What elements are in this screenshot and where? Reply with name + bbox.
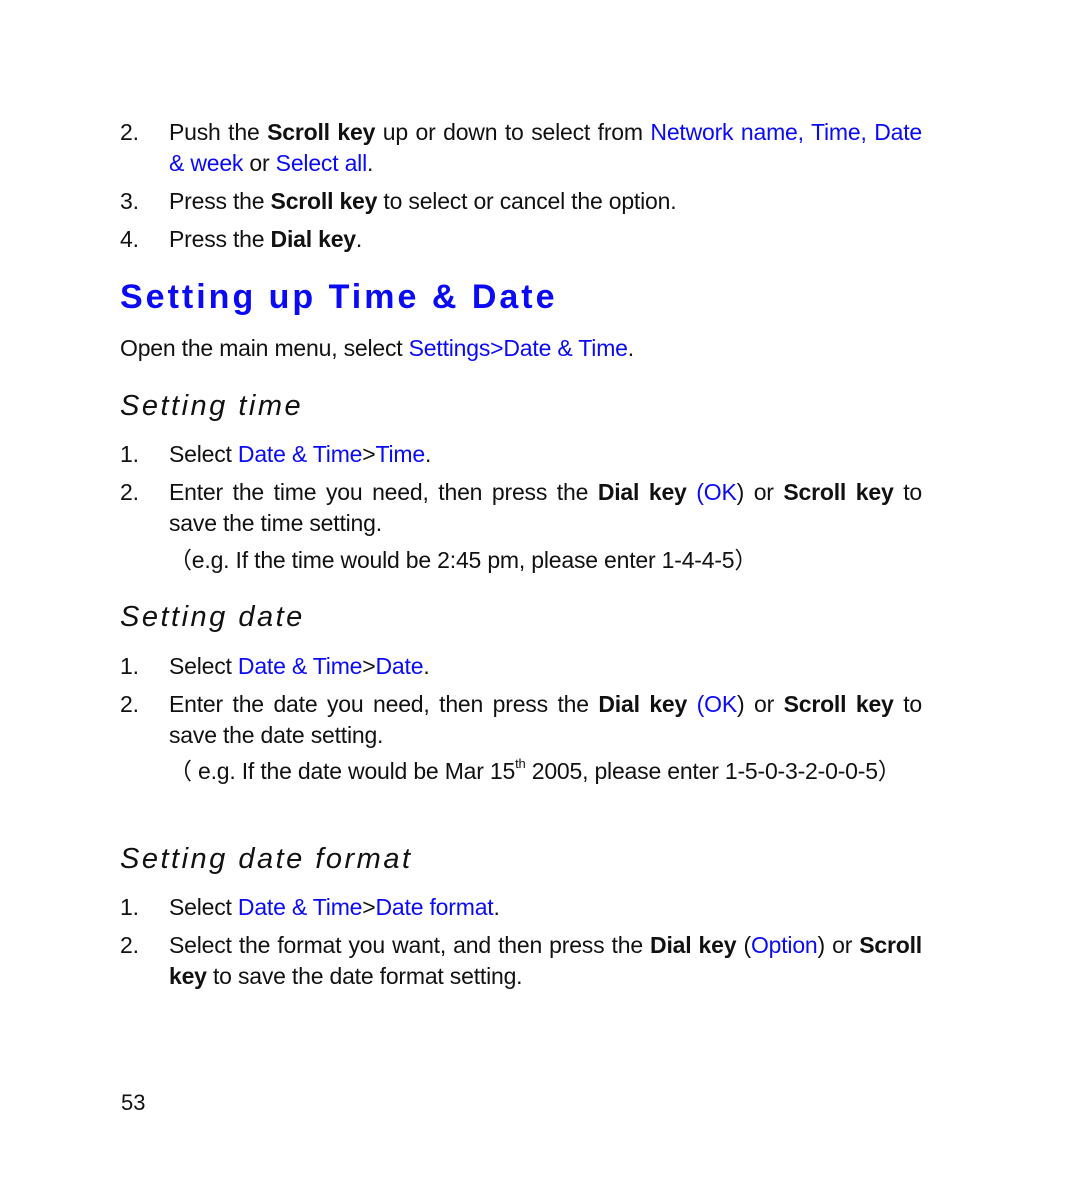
option-softkey: Option bbox=[750, 932, 818, 958]
scroll-key-label: Scroll key bbox=[267, 119, 376, 145]
step-text: Select the format you want, and then pre… bbox=[169, 930, 922, 992]
text: Press the bbox=[169, 188, 271, 214]
setting-date-step-1: 1. Select Date & Time>Date. bbox=[120, 651, 922, 682]
text: . bbox=[627, 335, 634, 361]
text: Select the format you want, and then pre… bbox=[169, 932, 651, 958]
ok-softkey: (OK bbox=[696, 691, 737, 717]
text: . bbox=[355, 226, 363, 252]
dial-key-label: Dial key bbox=[598, 691, 688, 717]
menu-target: Time bbox=[375, 441, 426, 467]
setting-date-format-step-1: 1. Select Date & Time>Date format. bbox=[120, 892, 922, 923]
section-title: Setting up Time & Date bbox=[120, 278, 558, 316]
step-number: 4. bbox=[120, 226, 139, 252]
text: ( bbox=[736, 932, 751, 958]
step-text: Select Date & Time>Date format. bbox=[169, 892, 922, 923]
step-text: Enter the date you need, then press the … bbox=[169, 689, 922, 751]
step-text: Select Date & Time>Date. bbox=[169, 651, 922, 682]
setting-time-example: （e.g. If the time would be 2:45 pm, plea… bbox=[169, 547, 758, 573]
menu-target: Date format bbox=[375, 894, 494, 920]
text: up or down to select from bbox=[375, 119, 651, 145]
intro-step-2: 2. Push the Scroll key up or down to sel… bbox=[120, 117, 922, 179]
step-number: 3. bbox=[120, 188, 139, 214]
menu-target: Date bbox=[375, 653, 424, 679]
text: to select or cancel the option. bbox=[377, 188, 677, 214]
scroll-key-label: Scroll key bbox=[270, 188, 378, 214]
setting-date-example: （ e.g. If the date would be Mar 15th 200… bbox=[169, 756, 922, 787]
text bbox=[687, 691, 697, 717]
setting-date-format-heading: Setting date format bbox=[120, 843, 413, 875]
section-intro: Open the main menu, select Settings>Date… bbox=[120, 333, 634, 364]
setting-date-step-2: 2. Enter the date you need, then press t… bbox=[120, 689, 922, 751]
menu-path: Date & Time bbox=[237, 653, 363, 679]
text: . bbox=[493, 894, 500, 920]
text: Select bbox=[169, 653, 238, 679]
scroll-key-label: Scroll key bbox=[783, 691, 894, 717]
text: Select bbox=[169, 441, 238, 467]
text: Enter the date you need, then press the bbox=[169, 691, 599, 717]
step-number: 2. bbox=[120, 119, 139, 145]
intro-step-3: 3. Press the Scroll key to select or can… bbox=[120, 186, 922, 217]
text: . bbox=[424, 441, 432, 467]
text: or bbox=[243, 150, 276, 176]
setting-date-format-step-2: 2. Select the format you want, and then … bbox=[120, 930, 922, 992]
menu-path: Date & Time bbox=[237, 894, 363, 920]
settings-menu-path: Settings>Date & Time bbox=[408, 335, 628, 361]
separator: > bbox=[362, 894, 376, 920]
step-text: Press the Scroll key to select or cancel… bbox=[169, 186, 922, 217]
select-all-option: Select all bbox=[275, 150, 368, 176]
text: ) or bbox=[736, 691, 784, 717]
step-text: Push the Scroll key up or down to select… bbox=[169, 117, 922, 179]
text: （ e.g. If the date would be Mar 15 bbox=[169, 758, 516, 784]
step-number: 2. bbox=[120, 691, 139, 717]
step-number: 1. bbox=[120, 441, 139, 467]
separator: > bbox=[362, 441, 376, 467]
step-number: 1. bbox=[120, 894, 139, 920]
text: Enter the time you need, then press the bbox=[169, 479, 598, 505]
text: ) or bbox=[736, 479, 784, 505]
step-text: Select Date & Time>Time. bbox=[169, 439, 922, 470]
text: ) or bbox=[817, 932, 860, 958]
text: 2005, please enter 1-5-0-3-2-0-0-5） bbox=[525, 758, 901, 784]
step-number: 2. bbox=[120, 479, 139, 505]
menu-path: Date & Time bbox=[237, 441, 363, 467]
text: . bbox=[367, 150, 374, 176]
ok-softkey: (OK bbox=[696, 479, 737, 505]
setting-time-step-2: 2. Enter the time you need, then press t… bbox=[120, 477, 922, 539]
step-number: 1. bbox=[120, 653, 139, 679]
step-text: Press the Dial key. bbox=[169, 224, 922, 255]
text bbox=[687, 479, 697, 505]
text: Press the bbox=[169, 226, 271, 252]
dial-key-label: Dial key bbox=[597, 479, 687, 505]
setting-time-heading: Setting time bbox=[120, 390, 304, 422]
setting-time-step-1: 1. Select Date & Time>Time. bbox=[120, 439, 922, 470]
page-number: 53 bbox=[121, 1090, 146, 1115]
intro-step-4: 4. Press the Dial key. bbox=[120, 224, 922, 255]
step-number: 2. bbox=[120, 932, 139, 958]
text: Select bbox=[169, 894, 238, 920]
text: Open the main menu, select bbox=[120, 335, 409, 361]
scroll-key-label: Scroll key bbox=[783, 479, 894, 505]
manual-page: 2. Push the Scroll key up or down to sel… bbox=[0, 0, 1080, 1197]
step-text: Enter the time you need, then press the … bbox=[169, 477, 922, 539]
setting-date-heading: Setting date bbox=[120, 601, 305, 633]
dial-key-label: Dial key bbox=[650, 932, 737, 958]
text: . bbox=[423, 653, 430, 679]
dial-key-label: Dial key bbox=[270, 226, 357, 252]
text: to save the date format setting. bbox=[206, 963, 523, 989]
text: Push the bbox=[169, 119, 268, 145]
separator: > bbox=[362, 653, 376, 679]
ordinal-suffix: th bbox=[515, 756, 526, 771]
